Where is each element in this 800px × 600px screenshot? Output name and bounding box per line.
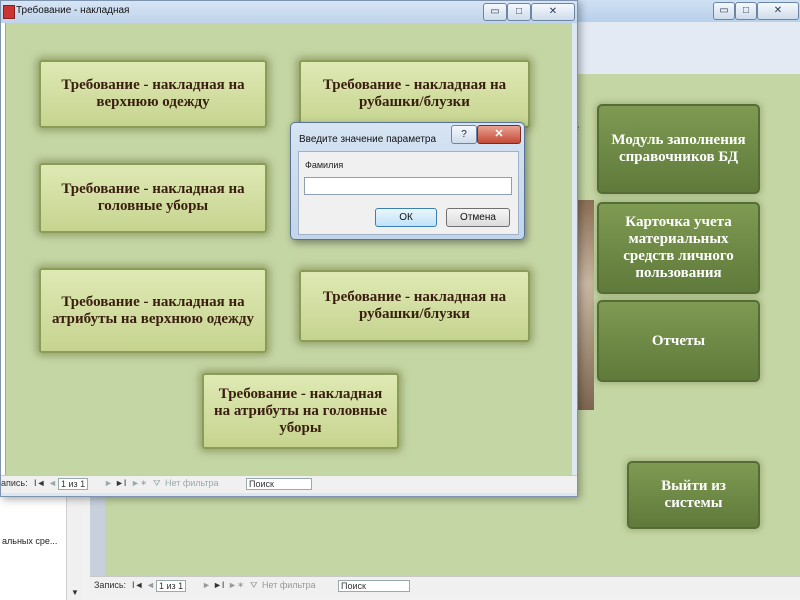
last-record-icon[interactable]: ►I bbox=[213, 580, 224, 590]
main-close-button[interactable]: ✕ bbox=[757, 2, 799, 20]
shirts-invoice-button[interactable]: Требование - накладная на рубашки/блузки bbox=[299, 60, 530, 128]
next-record-icon[interactable]: ► bbox=[202, 580, 211, 590]
first-record-icon[interactable]: I◄ bbox=[132, 580, 143, 590]
help-button[interactable]: ? bbox=[451, 125, 477, 144]
main-maximize-button[interactable]: □ bbox=[735, 2, 757, 20]
dialog-title: Введите значение параметра bbox=[299, 134, 437, 145]
form-close-button[interactable]: ✕ bbox=[531, 3, 575, 21]
main-record-navigator: Запись: I◄ ◄ 1 из 1 ► ►I ►✶ ⛛ Нет фильтр… bbox=[90, 576, 800, 595]
record-position[interactable]: 1 из 1 bbox=[156, 580, 187, 592]
main-minimize-button[interactable]: ▭ bbox=[713, 2, 735, 20]
filter-status[interactable]: Нет фильтра bbox=[262, 580, 316, 590]
headwear-invoice-button[interactable]: Требование - накладная на головные уборы bbox=[39, 163, 267, 233]
last-record-icon[interactable]: ►I bbox=[115, 478, 126, 488]
search-field[interactable]: Поиск bbox=[246, 478, 312, 490]
first-record-icon[interactable]: I◄ bbox=[34, 478, 45, 488]
headwear-attributes-invoice-button[interactable]: Требование - накладная на атрибуты на го… bbox=[202, 373, 399, 449]
shirts-invoice-button-2[interactable]: Требование - накладная на рубашки/блузки bbox=[299, 270, 530, 342]
surname-input[interactable] bbox=[304, 177, 512, 195]
dialog-body: Фамилия ОК Отмена bbox=[298, 151, 519, 235]
card-button[interactable]: Карточка учета материальных средств личн… bbox=[597, 202, 760, 294]
form-titlebar: Требование - накладная ▭ □ ✕ bbox=[1, 1, 577, 23]
form-minimize-button[interactable]: ▭ bbox=[483, 3, 507, 21]
cancel-button[interactable]: Отмена bbox=[446, 208, 510, 227]
exit-button[interactable]: Выйти из системы bbox=[627, 461, 760, 529]
scroll-down-icon[interactable]: ▼ bbox=[67, 586, 83, 600]
next-record-icon[interactable]: ► bbox=[104, 478, 113, 488]
form-maximize-button[interactable]: □ bbox=[507, 3, 531, 21]
record-label: Запись: bbox=[94, 580, 127, 590]
form-title: Требование - накладная bbox=[16, 5, 130, 16]
nav-item-materials[interactable]: альных сре... bbox=[2, 536, 57, 546]
dialog-close-button[interactable]: ✕ bbox=[477, 125, 521, 144]
search-field[interactable]: Поиск bbox=[338, 580, 410, 592]
filter-icon[interactable]: ⛛ bbox=[153, 478, 161, 489]
outerwear-attributes-invoice-button[interactable]: Требование - накладная на атрибуты на ве… bbox=[39, 268, 267, 353]
form-record-navigator: апись: I◄ ◄ 1 из 1 ► ►I ►✶ ⛛ Нет фильтра… bbox=[1, 475, 577, 493]
new-record-icon[interactable]: ►✶ bbox=[131, 478, 147, 489]
module-fill-button[interactable]: Модуль заполнения справочников БД bbox=[597, 104, 760, 194]
record-label: апись: bbox=[1, 478, 28, 488]
ok-button[interactable]: ОК bbox=[375, 208, 437, 227]
surname-label: Фамилия bbox=[305, 160, 344, 170]
form-window: Требование - накладная ▭ □ ✕ Требование … bbox=[0, 0, 578, 497]
outerwear-invoice-button[interactable]: Требование - накладная на верхнюю одежду bbox=[39, 60, 267, 128]
form-icon bbox=[3, 5, 15, 19]
record-position[interactable]: 1 из 1 bbox=[58, 478, 89, 490]
prev-record-icon[interactable]: ◄ bbox=[146, 580, 155, 590]
prev-record-icon[interactable]: ◄ bbox=[48, 478, 57, 488]
filter-status[interactable]: Нет фильтра bbox=[165, 478, 219, 488]
new-record-icon[interactable]: ►✶ bbox=[228, 580, 244, 591]
reports-button[interactable]: Отчеты bbox=[597, 300, 760, 382]
filter-icon[interactable]: ⛛ bbox=[250, 580, 258, 591]
parameter-dialog: Введите значение параметра ? ✕ Фамилия О… bbox=[290, 122, 525, 240]
